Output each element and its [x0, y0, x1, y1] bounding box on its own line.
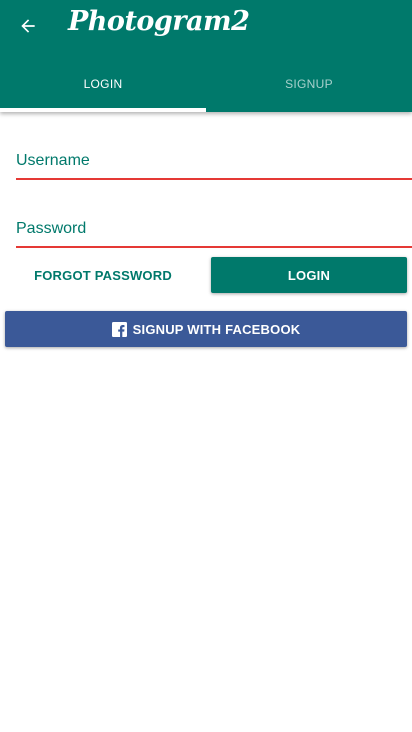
password-input[interactable] — [16, 218, 412, 240]
username-underline — [16, 178, 412, 180]
password-field — [16, 218, 412, 248]
tab-login[interactable]: LOGIN — [0, 56, 206, 112]
password-underline — [16, 246, 412, 248]
facebook-signup-button[interactable]: SIGNUP WITH FACEBOOK — [5, 311, 407, 347]
app-bar: Photogram2 LOGIN SIGNUP — [0, 0, 412, 112]
tab-bar: LOGIN SIGNUP — [0, 56, 412, 112]
app-title: Photogram2 — [68, 6, 250, 37]
login-button[interactable]: LOGIN — [211, 257, 407, 293]
tab-signup[interactable]: SIGNUP — [206, 56, 412, 112]
tab-indicator — [0, 108, 206, 112]
forgot-password-button[interactable]: FORGOT PASSWORD — [20, 257, 186, 293]
arrow-back-icon — [18, 16, 38, 41]
facebook-icon — [111, 321, 127, 337]
username-field — [16, 150, 412, 180]
facebook-signup-label: SIGNUP WITH FACEBOOK — [132, 321, 301, 337]
back-button[interactable] — [12, 12, 44, 44]
username-input[interactable] — [16, 150, 412, 172]
